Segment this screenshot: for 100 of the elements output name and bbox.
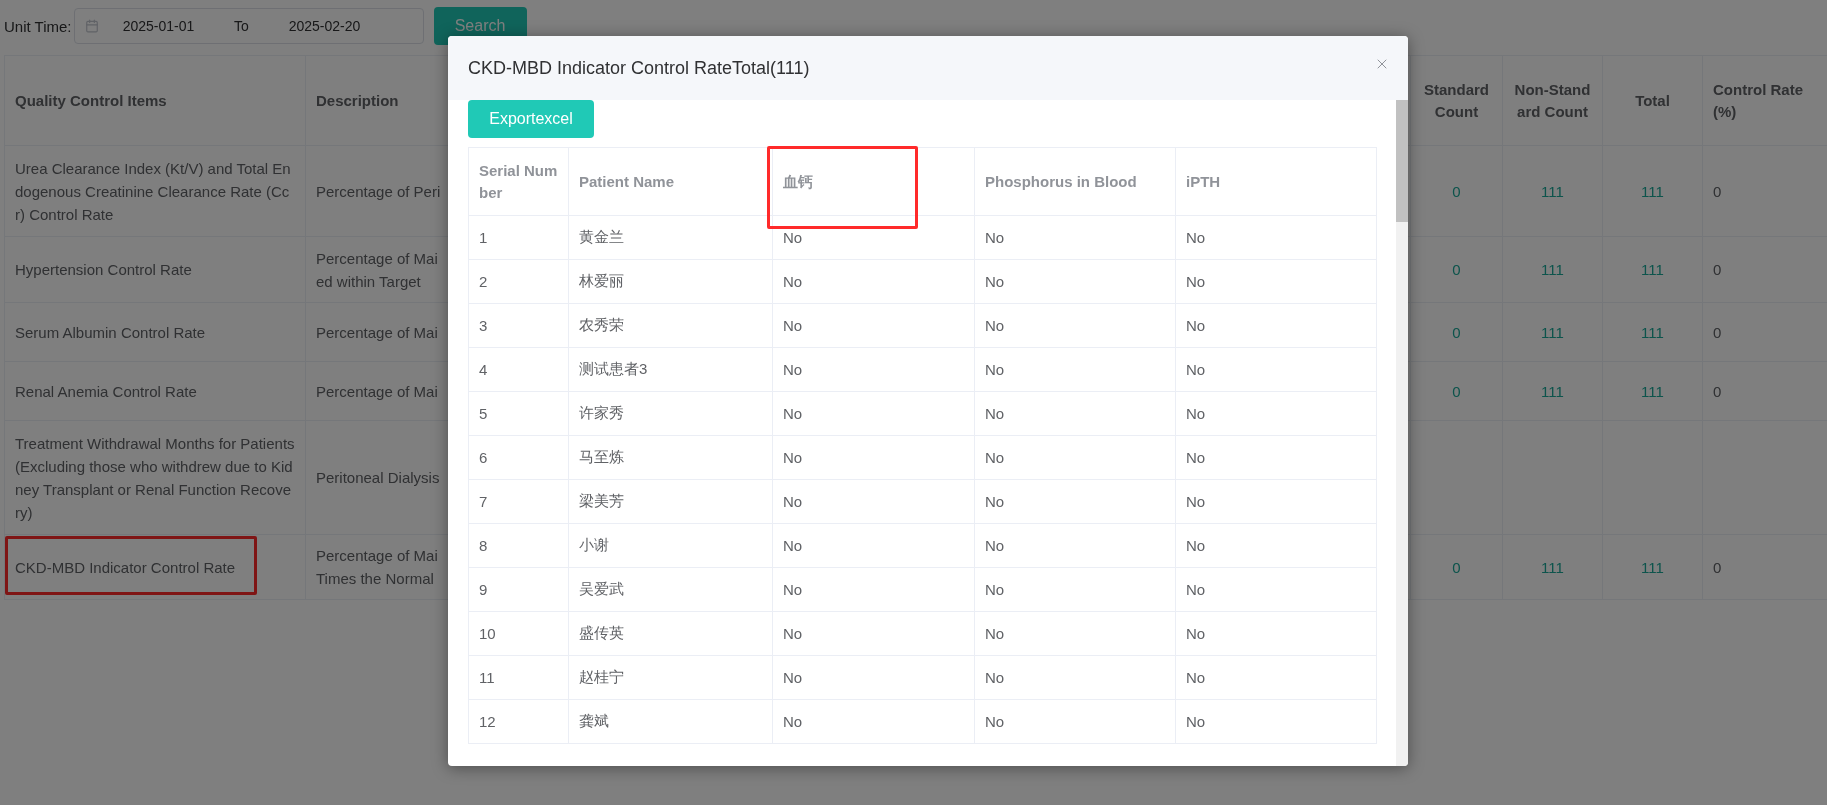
table-cell: 农秀荣 <box>579 316 624 333</box>
table-cell: No <box>985 581 1005 598</box>
table-cell: 吴爱武 <box>579 580 624 597</box>
table-cell: No <box>783 405 803 422</box>
modal-title: CKD-MBD Indicator Control RateTotal(111) <box>468 57 810 79</box>
table-cell: No <box>985 493 1005 510</box>
table-cell: No <box>783 229 803 246</box>
table-cell: 111 <box>1541 382 1564 400</box>
table-cell: No <box>783 273 803 290</box>
table-cell: 9 <box>479 581 488 598</box>
table-cell: Percentage of Mai ed within Target <box>316 249 438 290</box>
table-cell: No <box>783 493 803 510</box>
table-cell: No <box>783 669 803 686</box>
filter-label: Unit Time: <box>4 17 72 35</box>
table-cell: 0 <box>1713 261 1722 278</box>
table-cell: No <box>985 669 1005 686</box>
table-cell: 0 <box>1713 182 1722 200</box>
table-cell: 黄金兰 <box>579 228 624 245</box>
table-cell: No <box>1186 537 1206 554</box>
end-date: 2025-02-20 <box>287 18 362 34</box>
table-cell: No <box>1186 229 1206 246</box>
table-cell: 0 <box>1452 323 1461 341</box>
table-cell: Peritoneal Dialysis <box>316 469 440 486</box>
table-cell: No <box>985 713 1005 730</box>
table-cell: 111 <box>1641 182 1664 200</box>
column-header: Serial Number <box>479 161 558 201</box>
table-cell: 0 <box>1713 382 1722 400</box>
column-header: Total <box>1602 55 1703 146</box>
table-cell: No <box>783 713 803 730</box>
table-cell: 10 <box>479 625 496 642</box>
table-cell: Percentage of Mai <box>316 382 438 400</box>
table-cell: 马至炼 <box>579 448 624 465</box>
table-cell: 小谢 <box>579 536 609 553</box>
table-cell: Treatment Withdrawal Months for Patients (Excluding those who withdrew due to Kidney Transplant or Renal Function Recovery) <box>15 434 295 521</box>
table-cell: No <box>1186 581 1206 598</box>
table-cell: 0 <box>1713 558 1722 576</box>
column-header: Phosphorus in Blood <box>985 172 1137 190</box>
table-cell: 龚斌 <box>579 712 609 729</box>
table-cell: 梁美芳 <box>579 492 624 509</box>
table-cell: No <box>985 405 1005 422</box>
table-cell: Hypertension Control Rate <box>15 261 192 278</box>
table-cell: No <box>783 361 803 378</box>
start-date: 2025-01-01 <box>121 18 196 34</box>
table-cell: Percentage of Peri <box>316 182 441 200</box>
table-cell: No <box>985 449 1005 466</box>
column-header: Non-Standard Count <box>1502 55 1603 146</box>
column-header: Patient Name <box>579 172 675 190</box>
table-cell: No <box>1186 625 1206 642</box>
table-cell: No <box>1186 317 1206 334</box>
table-cell: No <box>985 317 1005 334</box>
table-cell: 测试患者3 <box>579 360 648 377</box>
table-cell: 111 <box>1641 382 1664 400</box>
table-cell: 7 <box>479 493 488 510</box>
table-cell: No <box>985 625 1005 642</box>
table-cell: 111 <box>1641 261 1664 278</box>
table-cell: 0 <box>1452 182 1461 200</box>
table-cell: No <box>783 537 803 554</box>
export-button[interactable]: Exportexcel <box>468 100 594 138</box>
table-cell: No <box>1186 273 1206 290</box>
column-header: iPTH <box>1186 172 1221 190</box>
column-header: Control Rate (%) <box>1702 55 1827 146</box>
table-cell: Percentage of Mai Times the Normal <box>316 547 438 587</box>
table-cell: No <box>985 273 1005 290</box>
table-cell: 111 <box>1641 558 1664 576</box>
table-cell: 12 <box>479 713 496 730</box>
calendar-icon <box>84 19 99 33</box>
table-cell: 111 <box>1641 323 1664 341</box>
date-range-field[interactable]: 2025-01-01 To 2025-02-20 <box>73 8 424 44</box>
table-cell: 盛传英 <box>579 624 624 641</box>
table-cell: 111 <box>1541 323 1564 341</box>
table-cell: 111 <box>1541 261 1564 278</box>
table-cell: 0 <box>1452 382 1461 400</box>
table-cell: 5 <box>479 405 488 422</box>
table-cell: 6 <box>479 449 488 466</box>
table-cell: Renal Anemia Control Rate <box>15 382 197 400</box>
table-cell: 1 <box>479 229 488 246</box>
table-cell: 2 <box>479 273 488 290</box>
table-cell: 3 <box>479 317 488 334</box>
table-cell: No <box>985 361 1005 378</box>
table-cell: 林爱丽 <box>579 272 624 289</box>
table-cell: No <box>783 317 803 334</box>
scrollbar[interactable] <box>1396 100 1408 766</box>
table-cell: No <box>1186 405 1206 422</box>
table-cell: 111 <box>1541 558 1564 576</box>
table-cell: No <box>985 229 1005 246</box>
table-cell: Serum Albumin Control Rate <box>15 323 206 341</box>
table-cell: No <box>1186 493 1206 510</box>
table-cell: No <box>1186 361 1206 378</box>
table-cell: CKD-MBD Indicator Control Rate <box>15 558 236 576</box>
table-cell: No <box>1186 669 1206 686</box>
column-header: Standard Count <box>1410 55 1503 146</box>
column-header: 血钙 <box>783 172 813 190</box>
table-cell: 11 <box>479 669 495 686</box>
table-cell: No <box>783 581 803 598</box>
table-cell: Percentage of Mai <box>316 323 438 341</box>
table-cell: 111 <box>1541 182 1564 200</box>
table-cell: No <box>1186 449 1206 466</box>
table-cell: No <box>783 625 803 642</box>
table-cell: No <box>1186 713 1206 730</box>
range-separator: To <box>233 18 250 34</box>
